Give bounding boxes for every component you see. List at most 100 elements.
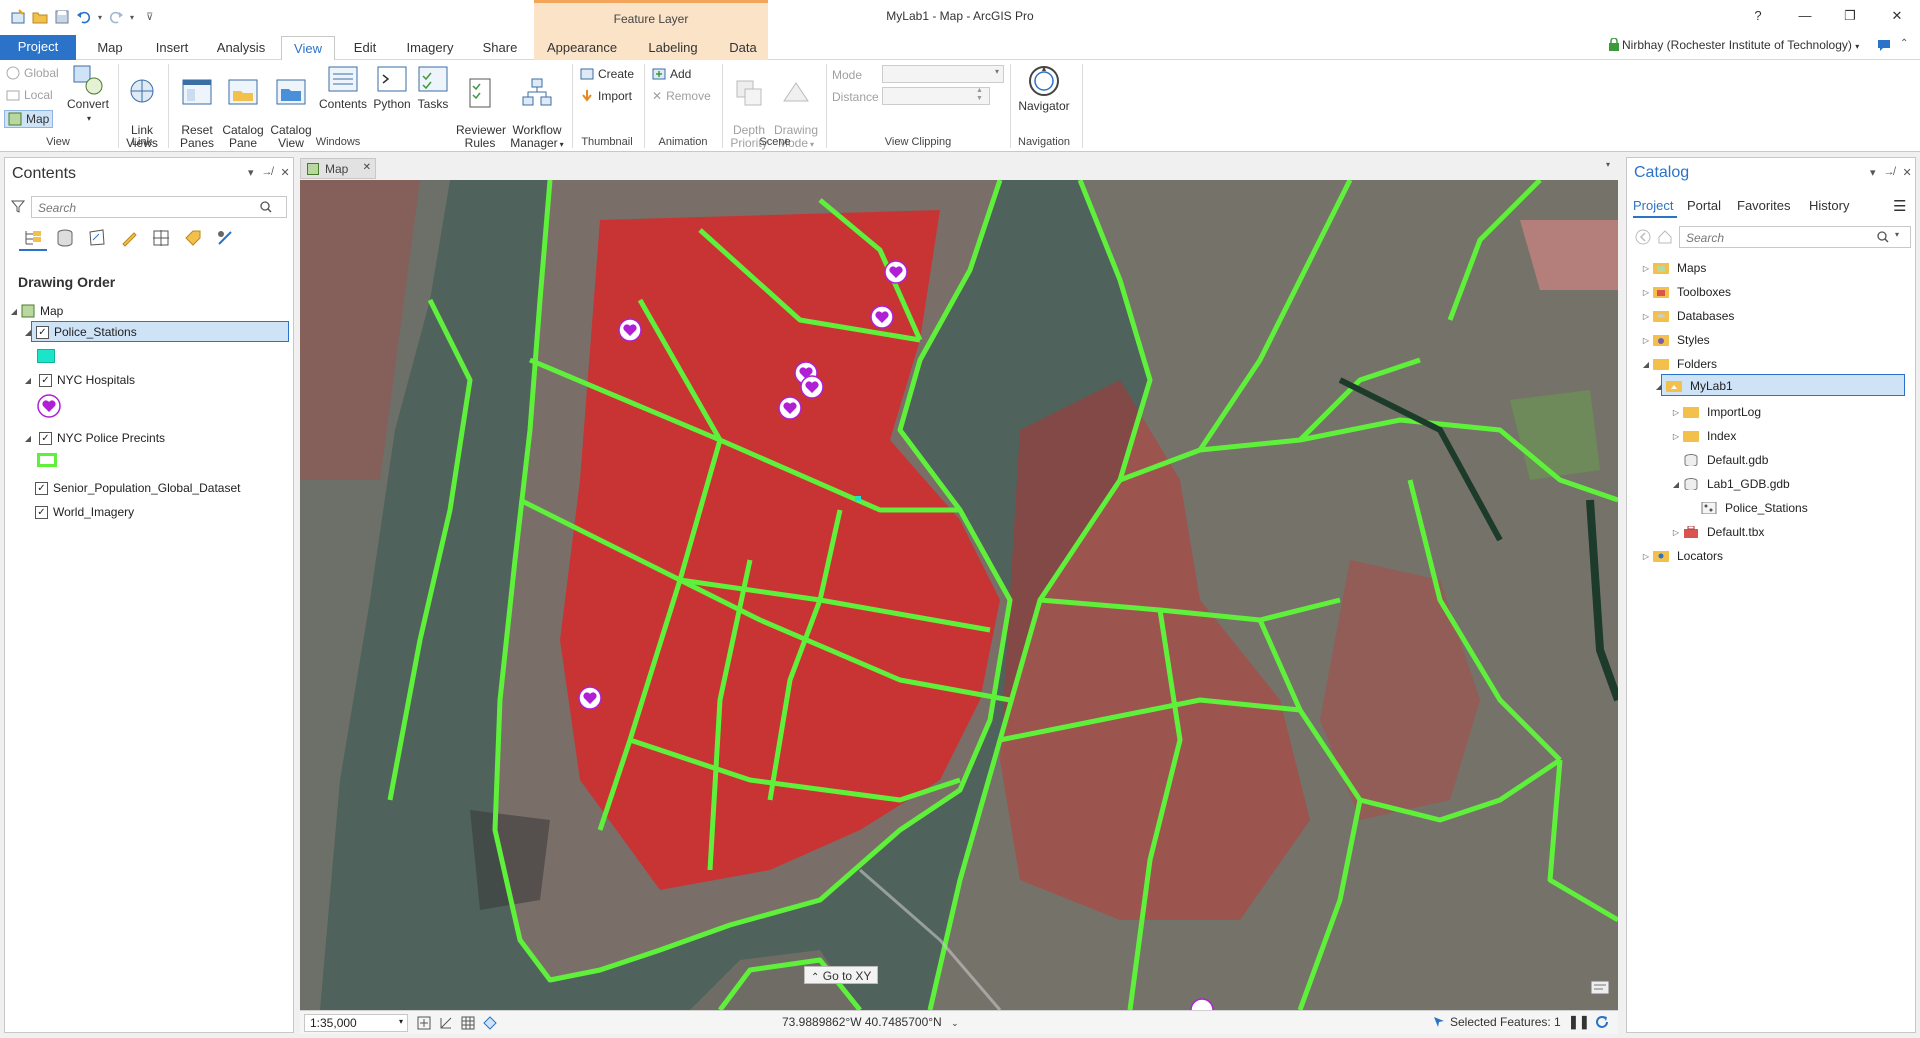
catalog-item-databases[interactable]: ▷ Databases: [1641, 305, 1734, 327]
undo-icon[interactable]: [76, 9, 92, 25]
signed-in-user[interactable]: Nirbhay (Rochester Institute of Technolo…: [1622, 38, 1859, 52]
map-view-tab[interactable]: Map ✕: [300, 158, 376, 179]
catalog-item-default-gdb[interactable]: Default.gdb: [1683, 449, 1768, 471]
list-by-drawing-order-icon[interactable]: [23, 228, 43, 248]
catalog-view-button[interactable]: Catalog View: [270, 64, 312, 150]
expand-triangle-icon[interactable]: ◢: [9, 307, 19, 316]
list-by-selection-icon[interactable]: [87, 228, 107, 248]
home-icon[interactable]: [1657, 229, 1673, 245]
selected-features-indicator[interactable]: Selected Features: 1: [1432, 1015, 1561, 1029]
minimize-icon[interactable]: —: [1794, 6, 1816, 26]
expand-triangle-icon[interactable]: ◢: [23, 376, 33, 385]
map-notes-icon[interactable]: [1590, 980, 1610, 998]
back-arrow-icon[interactable]: [1635, 229, 1651, 245]
menu-icon[interactable]: ☰: [1893, 197, 1906, 215]
close-icon[interactable]: ✕: [281, 166, 290, 179]
reset-panes-button[interactable]: Reset Panes: [176, 64, 218, 150]
fixed-zoom-icon[interactable]: [416, 1015, 432, 1031]
undo-dropdown-icon[interactable]: ▾: [98, 13, 102, 22]
tab-analysis[interactable]: Analysis: [212, 36, 270, 60]
expand-triangle-icon[interactable]: ▷: [1641, 552, 1651, 561]
catalog-tab-history[interactable]: History: [1809, 198, 1849, 213]
display-constraints-icon[interactable]: [482, 1015, 498, 1031]
map-node[interactable]: ◢ Map: [9, 301, 63, 321]
layer-checkbox[interactable]: ✓: [35, 505, 48, 519]
expand-triangle-icon[interactable]: ▷: [1641, 336, 1651, 345]
coordinate-readout[interactable]: 73.9889862°W 40.7485700°N ⌄: [782, 1015, 959, 1029]
convert-button[interactable]: Convert ▾: [66, 64, 110, 125]
navigator-button[interactable]: Navigator: [1016, 64, 1072, 113]
search-icon[interactable]: [260, 201, 272, 213]
catalog-item-lab1-gdb[interactable]: ◢ Lab1_GDB.gdb: [1671, 473, 1790, 495]
catalog-item-folders[interactable]: ◢ Folders: [1641, 353, 1717, 375]
save-icon[interactable]: [54, 9, 70, 25]
layer-police-stations[interactable]: ✓ Police_Stations: [31, 321, 289, 342]
catalog-tab-portal[interactable]: Portal: [1687, 198, 1721, 213]
collapse-ribbon-icon[interactable]: ⌃: [1900, 38, 1908, 49]
collapse-triangle-icon[interactable]: ◢: [1641, 360, 1651, 369]
layer-checkbox[interactable]: ✓: [36, 325, 49, 339]
catalog-item-locators[interactable]: ▷ Locators: [1641, 545, 1723, 567]
layer-world-imagery[interactable]: ✓ World_Imagery: [35, 502, 134, 522]
workflow-manager-button[interactable]: Workflow Manager ▾: [508, 64, 566, 151]
catalog-tab-project[interactable]: Project: [1633, 198, 1673, 213]
collapse-triangle-icon[interactable]: ◢: [1671, 480, 1681, 489]
map-canvas[interactable]: ⌃ Go to XY: [300, 180, 1618, 1010]
list-by-snapping-icon[interactable]: [151, 228, 171, 248]
import-thumbnail-button[interactable]: Import: [580, 89, 632, 103]
catalog-item-index[interactable]: ▷ Index: [1671, 425, 1736, 447]
pin-icon[interactable]: ↛: [262, 166, 273, 179]
new-project-icon[interactable]: [10, 9, 26, 25]
catalog-item-default-tbx[interactable]: ▷ Default.tbx: [1671, 521, 1764, 543]
collapse-triangle-icon[interactable]: ◢: [1654, 382, 1664, 391]
pin-icon[interactable]: ↛: [1884, 166, 1895, 179]
remove-animation-button[interactable]: ✕ Remove: [652, 89, 711, 103]
clipping-distance-input[interactable]: [882, 87, 990, 105]
list-by-data-source-icon[interactable]: [55, 228, 75, 248]
snapping-icon[interactable]: [438, 1015, 454, 1031]
distance-spinner[interactable]: ▲ ▼: [976, 87, 983, 103]
create-thumbnail-button[interactable]: Create: [580, 67, 634, 81]
tab-project[interactable]: Project: [0, 35, 76, 60]
clipping-mode-select[interactable]: ▾: [882, 65, 1004, 83]
list-by-labeling-icon[interactable]: [183, 228, 203, 248]
expand-triangle-icon[interactable]: ▷: [1671, 432, 1681, 441]
map-tab-overflow-icon[interactable]: ▾: [1606, 160, 1610, 169]
catalog-item-maps[interactable]: ▷ Maps: [1641, 257, 1706, 279]
filter-icon[interactable]: [11, 199, 25, 213]
catalog-item-police-stations[interactable]: Police_Stations: [1701, 497, 1808, 519]
map-view-button[interactable]: Map: [4, 110, 54, 128]
catalog-item-importlog[interactable]: ▷ ImportLog: [1671, 401, 1761, 423]
close-icon[interactable]: ✕: [1886, 6, 1908, 26]
redo-dropdown-icon[interactable]: ▾: [130, 13, 134, 22]
layer-nyc-police-precints[interactable]: ◢ ✓ NYC Police Precints: [23, 428, 165, 448]
help-button[interactable]: ?: [1747, 6, 1769, 26]
police-station-symbol[interactable]: [37, 349, 55, 363]
tab-data[interactable]: Data: [727, 36, 759, 60]
close-icon[interactable]: ✕: [1903, 166, 1912, 179]
tab-map[interactable]: Map: [90, 36, 130, 60]
local-button[interactable]: Local: [6, 88, 53, 102]
catalog-item-styles[interactable]: ▷ Styles: [1641, 329, 1710, 351]
hospital-heart-icon[interactable]: [37, 394, 61, 418]
catalog-item-toolboxes[interactable]: ▷ Toolboxes: [1641, 281, 1731, 303]
tab-insert[interactable]: Insert: [150, 36, 194, 60]
list-by-perspective-imagery-icon[interactable]: [215, 228, 235, 248]
layer-checkbox[interactable]: ✓: [35, 481, 48, 495]
scale-select[interactable]: 1:35,000 ▾: [304, 1014, 408, 1032]
tab-appearance[interactable]: Appearance: [545, 36, 619, 60]
contents-button[interactable]: Contents: [318, 64, 368, 111]
tab-share[interactable]: Share: [480, 36, 520, 60]
list-by-editing-icon[interactable]: [119, 228, 139, 248]
tab-view[interactable]: View: [281, 36, 335, 61]
layer-nyc-hospitals[interactable]: ◢ ✓ NYC Hospitals: [23, 370, 135, 390]
layer-checkbox[interactable]: ✓: [39, 431, 52, 445]
refresh-icon[interactable]: [1594, 1014, 1610, 1030]
global-button[interactable]: Global: [6, 66, 59, 80]
layer-checkbox[interactable]: ✓: [39, 373, 52, 387]
catalog-pane-button[interactable]: Catalog Pane: [222, 64, 264, 150]
expand-triangle-icon[interactable]: ◢: [23, 434, 33, 443]
tasks-button[interactable]: Tasks: [414, 64, 452, 111]
chevron-down-icon[interactable]: ▾: [1895, 230, 1899, 239]
python-button[interactable]: Python: [372, 64, 412, 111]
